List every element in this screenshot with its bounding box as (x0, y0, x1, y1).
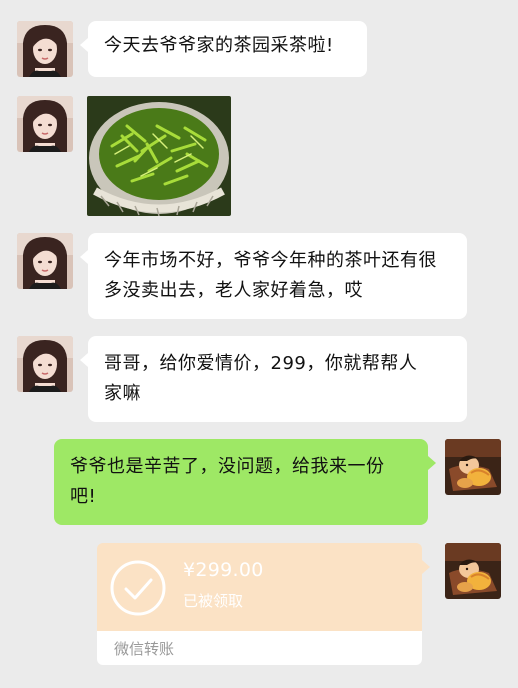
user-avatar[interactable] (445, 543, 501, 599)
incoming-message-bubble[interactable]: 今年市场不好，爷爷今年种的茶叶还有很多没卖出去，老人家好着急，哎 (80, 233, 467, 319)
contact-avatar[interactable] (17, 233, 73, 289)
tea-leaves-photo[interactable] (87, 96, 231, 216)
message-text: 爷爷也是辛苦了，没问题，给我来一份吧! (70, 456, 385, 507)
transfer-status: 已被领取 (183, 592, 244, 610)
transfer-card[interactable]: ¥299.00 已被领取 微信转账 (97, 543, 422, 665)
incoming-message-bubble[interactable]: 今天去爷爷家的茶园采茶啦! (80, 21, 367, 77)
transfer-label: 微信转账 (114, 640, 175, 658)
incoming-message-bubble[interactable]: 哥哥，给你爱情价，299，你就帮帮人家嘛 (80, 336, 467, 422)
message-row: 爷爷也是辛苦了，没问题，给我来一份吧! (0, 439, 518, 525)
message-row (0, 96, 518, 216)
outgoing-message-bubble[interactable]: 爷爷也是辛苦了，没问题，给我来一份吧! (54, 439, 436, 525)
message-text: 今天去爷爷家的茶园采茶啦! (104, 35, 334, 56)
contact-avatar[interactable] (17, 21, 73, 77)
transfer-card-header: ¥299.00 已被领取 (97, 543, 422, 631)
user-avatar[interactable] (445, 439, 501, 495)
transfer-card-footer: 微信转账 (97, 631, 422, 665)
chat-conversation: 今天去爷爷家的茶园采茶啦! 今年市场不好，爷爷今年种的茶叶还有很多没卖出去，老人… (0, 0, 518, 688)
transfer-amount: ¥299.00 (183, 559, 264, 581)
message-text: 今年市场不好，爷爷今年种的茶叶还有很多没卖出去，老人家好着急，哎 (104, 250, 437, 301)
message-row: ¥299.00 已被领取 微信转账 (0, 543, 518, 665)
bubble-tail (422, 560, 430, 574)
contact-avatar[interactable] (17, 336, 73, 392)
message-row: 今天去爷爷家的茶园采茶啦! (0, 21, 518, 79)
message-text: 哥哥，给你爱情价，299，你就帮帮人家嘛 (104, 353, 418, 404)
message-row: 哥哥，给你爱情价，299，你就帮帮人家嘛 (0, 336, 518, 422)
message-row: 今年市场不好，爷爷今年种的茶叶还有很多没卖出去，老人家好着急，哎 (0, 233, 518, 319)
check-circle-icon (110, 560, 166, 616)
contact-avatar[interactable] (17, 96, 73, 152)
